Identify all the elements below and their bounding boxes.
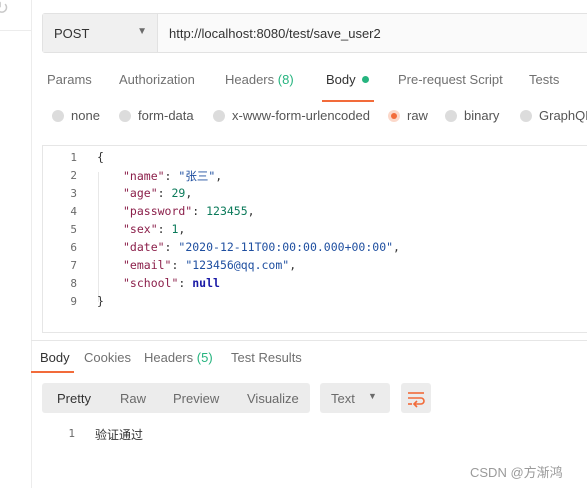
- radio-none[interactable]: none: [52, 108, 100, 123]
- line-number: 8: [70, 277, 77, 290]
- refresh-icon[interactable]: ↻: [0, 0, 9, 19]
- url-bar: POST ▼ http://localhost:8080/test/save_u…: [42, 13, 587, 53]
- view-preview-button[interactable]: Preview: [173, 391, 219, 406]
- response-tab-body[interactable]: Body: [40, 350, 70, 365]
- json-key: "email": [123, 258, 172, 272]
- radio-icon: [119, 110, 131, 122]
- code-line: "name": "张三",: [123, 169, 223, 183]
- sidebar-strip: ↻: [0, 0, 32, 488]
- tab-label: Test Results: [231, 350, 302, 365]
- wrap-lines-icon: [408, 392, 425, 408]
- tab-authorization[interactable]: Authorization: [119, 72, 195, 87]
- radio-icon: [445, 110, 457, 122]
- tab-tests[interactable]: Tests: [529, 72, 559, 87]
- line-number: 1: [70, 151, 77, 164]
- view-pretty-button[interactable]: Pretty: [57, 391, 91, 406]
- json-key: "school": [123, 276, 179, 290]
- tab-label: Pre-request Script: [398, 72, 503, 87]
- radio-label: binary: [464, 108, 500, 123]
- tab-label: Params: [47, 72, 92, 87]
- radio-x-www-form-urlencoded[interactable]: x-www-form-urlencoded: [213, 108, 370, 123]
- chevron-down-icon: ▼: [368, 391, 377, 401]
- wrap-lines-button[interactable]: [401, 383, 431, 413]
- tab-body[interactable]: Body: [326, 72, 369, 87]
- line-number: 9: [70, 295, 77, 308]
- radio-label: x-www-form-urlencoded: [232, 108, 370, 123]
- response-text: 验证通过: [95, 428, 144, 442]
- json-key: "age": [123, 186, 158, 200]
- json-value: "123456@qq.com": [185, 258, 290, 272]
- request-body-editor[interactable]: 1 2 3 4 5 6 7 8 9 { "name": "张三", "age":…: [42, 145, 587, 333]
- line-number: 4: [70, 205, 77, 218]
- tab-pre-request-script[interactable]: Pre-request Script: [398, 72, 503, 87]
- json-key: "name": [123, 169, 165, 183]
- radio-graphql[interactable]: GraphQL: [520, 108, 587, 123]
- tab-count: (8): [277, 72, 294, 87]
- code-line: "age": 29,: [123, 186, 193, 200]
- radio-icon: [520, 110, 532, 122]
- json-value: 29: [171, 186, 186, 200]
- tab-label: Tests: [529, 72, 560, 87]
- line-number: 3: [70, 187, 77, 200]
- view-visualize-button[interactable]: Visualize: [247, 391, 299, 406]
- line-number-gutter: 1 2 3 4 5 6 7 8 9: [43, 146, 93, 332]
- active-tab-indicator: [322, 100, 374, 102]
- tab-params[interactable]: Params: [47, 72, 92, 87]
- code-line: "school": null: [123, 276, 220, 290]
- active-response-tab-indicator: [31, 371, 74, 373]
- method-select[interactable]: POST ▼: [43, 14, 158, 52]
- tab-label: Headers: [144, 350, 194, 365]
- open-brace: {: [97, 150, 104, 164]
- json-value: "2020-12-11T00:00:00.000+00:00": [178, 240, 394, 254]
- radio-icon: [52, 110, 64, 122]
- response-tab-cookies[interactable]: Cookies: [84, 350, 131, 365]
- json-key: "sex": [123, 222, 158, 236]
- json-key: "date": [123, 240, 165, 254]
- response-divider: [31, 340, 587, 341]
- sidebar-divider: [0, 30, 31, 31]
- tab-label: Authorization: [119, 72, 195, 87]
- view-mode-group: Pretty Raw Preview Visualize: [42, 383, 310, 413]
- code-line: "sex": 1,: [123, 222, 186, 236]
- chevron-down-icon: ▼: [137, 26, 147, 37]
- radio-icon: [213, 110, 225, 122]
- tab-label: Body: [40, 350, 70, 365]
- line-number: 6: [70, 241, 77, 254]
- radio-selected-icon: [388, 110, 400, 122]
- json-value: "张三": [178, 169, 216, 183]
- radio-form-data[interactable]: form-data: [119, 108, 194, 123]
- radio-label: form-data: [138, 108, 194, 123]
- url-input[interactable]: http://localhost:8080/test/save_user2: [158, 14, 381, 52]
- radio-label: raw: [407, 108, 428, 123]
- tab-count: (5): [196, 350, 213, 365]
- line-number: 2: [70, 169, 77, 182]
- method-label: POST: [54, 26, 90, 41]
- tab-headers[interactable]: Headers (8): [225, 72, 294, 87]
- radio-label: none: [71, 108, 100, 123]
- response-tab-headers[interactable]: Headers (5): [144, 350, 213, 365]
- format-label: Text: [331, 391, 355, 406]
- format-select[interactable]: Text ▼: [320, 383, 390, 413]
- view-raw-button[interactable]: Raw: [120, 391, 146, 406]
- tab-label: Headers: [225, 72, 275, 87]
- radio-binary[interactable]: binary: [445, 108, 499, 123]
- indent-guide: [98, 172, 99, 302]
- json-value: null: [192, 276, 220, 290]
- modified-dot-icon: [361, 76, 369, 83]
- line-number: 1: [68, 427, 75, 440]
- code-line: "email": "123456@qq.com",: [123, 258, 297, 272]
- response-tab-test-results[interactable]: Test Results: [231, 350, 302, 365]
- json-value: 123455: [206, 204, 248, 218]
- line-number: 7: [70, 259, 77, 272]
- code-line: "date": "2020-12-11T00:00:00.000+00:00",: [123, 240, 400, 254]
- radio-label: GraphQL: [539, 108, 587, 123]
- tab-label: Body: [326, 72, 356, 87]
- watermark: CSDN @方渐鸿: [470, 465, 563, 480]
- json-key: "password": [123, 204, 193, 218]
- tab-label: Cookies: [84, 350, 131, 365]
- line-number: 5: [70, 223, 77, 236]
- code-line: "password": 123455,: [123, 204, 255, 218]
- radio-raw[interactable]: raw: [388, 108, 428, 123]
- close-brace: }: [97, 294, 104, 308]
